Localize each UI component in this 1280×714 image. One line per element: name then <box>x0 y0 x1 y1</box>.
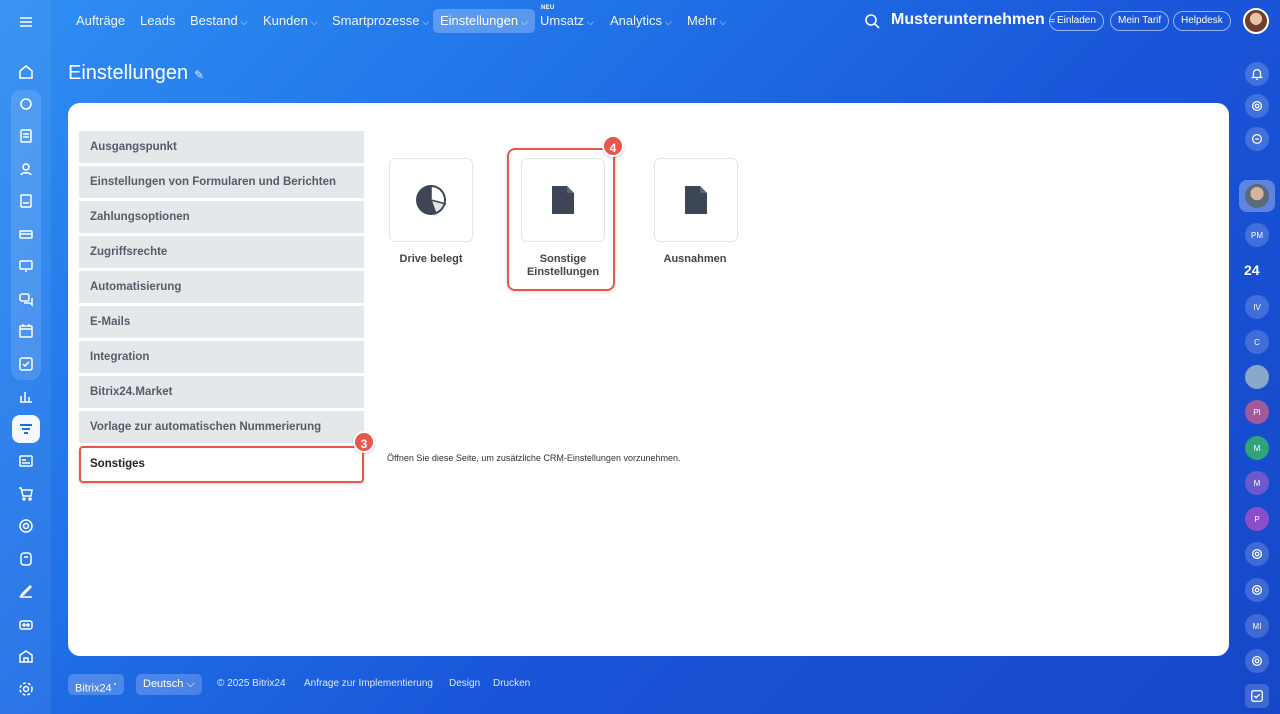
chevron-down-icon: ⌵ <box>186 678 195 690</box>
tile-label-sonstige: Sonstige Einstellungen <box>526 253 600 278</box>
footer-link-drucken[interactable]: Drucken <box>493 678 530 689</box>
pin-icon[interactable]: ✎ <box>194 68 204 82</box>
document-icon <box>685 186 707 214</box>
settings-gear-icon[interactable] <box>12 675 40 703</box>
box-icon[interactable] <box>12 545 40 573</box>
analytics-icon[interactable] <box>12 382 40 410</box>
checklist-icon[interactable] <box>12 350 40 378</box>
step-badge-3: 3 <box>353 431 375 453</box>
contacts-icon[interactable] <box>12 155 40 183</box>
document-icon <box>552 186 574 214</box>
channel-icon[interactable] <box>1245 649 1269 673</box>
contact-avatar-iv[interactable]: IV <box>1245 295 1269 319</box>
menu-item-nummerierung[interactable]: Vorlage zur automatischen Nummerierung <box>79 411 364 443</box>
section-description: Öffnen Sie diese Seite, um zusätzliche C… <box>387 453 681 463</box>
tile-label-ausnahmen: Ausnahmen <box>663 253 727 265</box>
copyright-text: © 2025 Bitrix24 <box>217 678 286 689</box>
search-icon[interactable] <box>864 13 880 29</box>
footer: Bitrix24◔ Deutsch ⌵ © 2025 Bitrix24 Anfr… <box>68 674 768 696</box>
clock-icon: ◔ <box>111 680 117 689</box>
invite-button[interactable]: Einladen <box>1049 11 1104 31</box>
settings-card: Ausgangspunkt Einstellungen von Formular… <box>68 103 1229 656</box>
current-user-avatar[interactable] <box>1239 180 1275 212</box>
menu-item-market[interactable]: Bitrix24.Market <box>79 376 364 408</box>
checkbox-task-icon[interactable] <box>1245 684 1269 708</box>
channel-icon[interactable] <box>1245 578 1269 602</box>
documents-icon[interactable] <box>12 122 40 150</box>
menu-item-automatisierung[interactable]: Automatisierung <box>79 271 364 303</box>
nav-item-umsatz[interactable]: Umsatz ⌵ <box>533 9 601 33</box>
chevron-down-icon: ⌵ <box>521 17 528 27</box>
menu-item-ausgangspunkt[interactable]: Ausgangspunkt <box>79 131 364 163</box>
notifications-bell-icon[interactable] <box>1245 62 1269 86</box>
home-icon[interactable] <box>12 58 40 86</box>
bot-icon[interactable] <box>12 610 40 638</box>
helpdesk-button[interactable]: Helpdesk <box>1173 11 1231 31</box>
calendar-icon[interactable] <box>12 317 40 345</box>
chevron-down-icon: ⌵ <box>719 17 727 27</box>
chevron-down-icon: ⌵ <box>587 17 594 27</box>
nav-item-bestand[interactable]: Bestand ⌵ <box>183 9 255 33</box>
tile-drive-belegt[interactable] <box>389 158 473 242</box>
menu-item-sonstiges[interactable]: Sonstiges <box>79 446 364 483</box>
pie-chart-icon <box>416 185 447 215</box>
contact-avatar-m2[interactable]: M <box>1245 471 1269 495</box>
crm-filter-icon[interactable] <box>12 415 40 443</box>
tile-label-drive: Drive belegt <box>399 253 463 265</box>
invoice-icon[interactable] <box>12 187 40 215</box>
page-title: Einstellungen ✎ <box>68 62 205 84</box>
nav-item-leads[interactable]: Leads <box>133 9 182 33</box>
brand-button[interactable]: Bitrix24◔ <box>68 674 124 695</box>
company-name[interactable]: Musterunternehmen ≈ <box>891 11 1055 29</box>
marketplace-icon[interactable] <box>12 642 40 670</box>
nav-item-einstellungen[interactable]: Einstellungen ⌵ <box>433 9 535 33</box>
chevron-down-icon: ⌵ <box>422 17 430 27</box>
sites-icon[interactable] <box>12 447 40 475</box>
footer-link-design[interactable]: Design <box>449 678 480 689</box>
top-navigation: Aufträge Leads Bestand ⌵ Kunden ⌵ Smartpro… <box>51 0 1280 42</box>
contact-avatar-m1[interactable]: M <box>1245 436 1269 460</box>
menu-item-formulare-berichte[interactable]: Einstellungen von Formularen und Bericht… <box>79 166 364 198</box>
nav-item-kunden[interactable]: Kunden ⌵ <box>256 9 325 33</box>
chat-icon[interactable] <box>12 285 40 313</box>
target-icon[interactable] <box>12 512 40 540</box>
menu-item-emails[interactable]: E-Mails <box>79 306 364 338</box>
step-badge-4: 4 <box>602 135 624 157</box>
menu-item-zahlungsoptionen[interactable]: Zahlungsoptionen <box>79 201 364 233</box>
tasks-icon[interactable] <box>12 90 40 118</box>
nav-item-analytics[interactable]: Analytics ⌵ <box>603 9 679 33</box>
chevron-down-icon: ⌵ <box>240 17 248 27</box>
contact-avatar-mi[interactable]: MI <box>1245 614 1269 638</box>
presentation-icon[interactable] <box>12 252 40 280</box>
right-sidebar: PM 24 IV C PI M M P MI <box>1236 0 1280 714</box>
channel-icon[interactable] <box>1245 542 1269 566</box>
contact-avatar-p[interactable]: P <box>1245 507 1269 531</box>
nav-item-auftraege[interactable]: Aufträge <box>69 9 132 33</box>
contact-avatar-photo[interactable] <box>1245 365 1269 389</box>
tile-ausnahmen[interactable] <box>654 158 738 242</box>
chevron-down-icon: ⌵ <box>665 17 672 27</box>
messenger-icon[interactable] <box>1245 127 1269 151</box>
tile-sonstige-einstellungen[interactable] <box>521 158 605 242</box>
copilot-icon[interactable] <box>1245 94 1269 118</box>
chevron-down-icon: ⌵ <box>310 17 318 27</box>
shop-cart-icon[interactable] <box>12 480 40 508</box>
menu-item-integration[interactable]: Integration <box>79 341 364 373</box>
footer-link-implementierung[interactable]: Anfrage zur Implementierung <box>304 678 433 689</box>
left-sidebar <box>0 0 51 714</box>
bitrix24-counter[interactable]: 24 <box>1244 262 1260 278</box>
my-plan-button[interactable]: Mein Tarif <box>1110 11 1170 31</box>
nav-item-mehr[interactable]: Mehr ⌵ <box>680 9 733 33</box>
inventory-icon[interactable] <box>12 220 40 248</box>
menu-item-zugriffsrechte[interactable]: Zugriffsrechte <box>79 236 364 268</box>
sign-icon[interactable] <box>12 577 40 605</box>
nav-item-smartprozesse[interactable]: Smartprozesse ⌵ <box>325 9 436 33</box>
language-select[interactable]: Deutsch ⌵ <box>136 674 202 695</box>
contact-avatar-c[interactable]: C <box>1245 330 1269 354</box>
contact-avatar-pm[interactable]: PM <box>1245 223 1269 247</box>
contact-avatar-pi[interactable]: PI <box>1245 400 1269 424</box>
menu-toggle-icon[interactable] <box>12 8 40 36</box>
